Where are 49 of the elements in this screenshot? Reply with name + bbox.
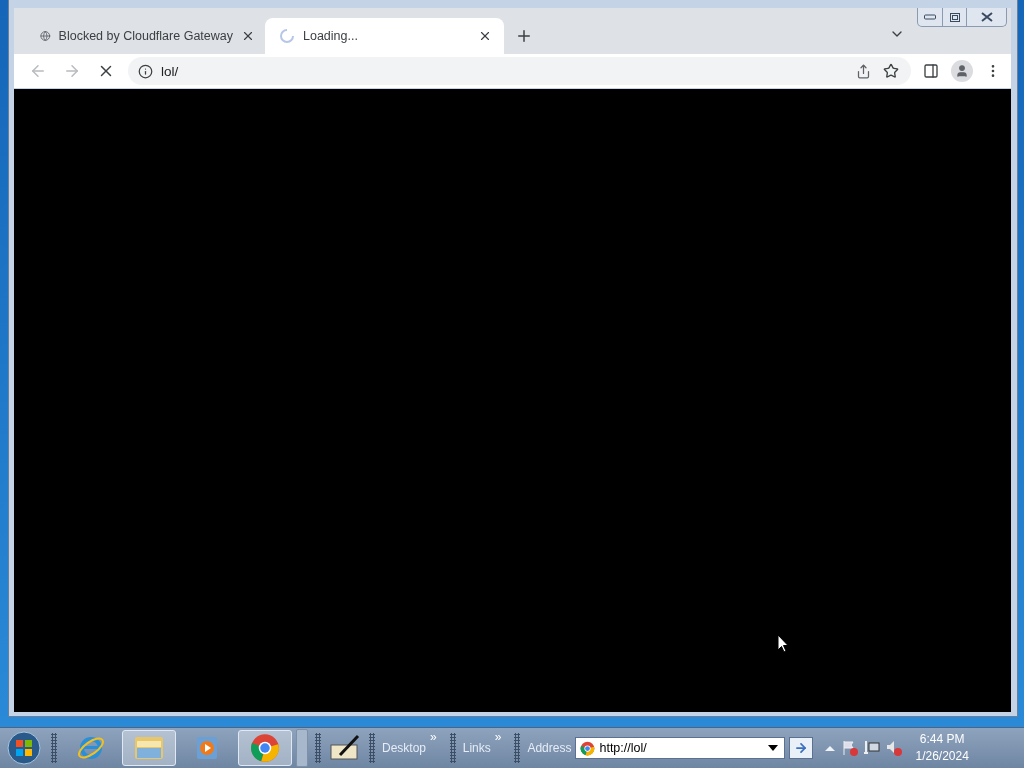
close-icon bbox=[478, 29, 492, 43]
pen-and-paper-icon[interactable] bbox=[328, 733, 362, 763]
go-button[interactable] bbox=[789, 737, 814, 759]
dropdown-caret-icon[interactable] bbox=[768, 745, 779, 751]
more-chevron[interactable]: » bbox=[430, 730, 437, 744]
more-chevron[interactable]: » bbox=[494, 730, 502, 744]
tab-title: Loading... bbox=[303, 29, 359, 43]
globe-icon bbox=[40, 28, 51, 44]
close-icon bbox=[979, 12, 994, 22]
browser-tab[interactable]: Blocked by Cloudflare Gateway bbox=[26, 18, 265, 54]
side-panel-button[interactable] bbox=[921, 61, 941, 81]
start-button[interactable] bbox=[4, 730, 44, 766]
show-hidden-icons-button[interactable] bbox=[823, 743, 838, 753]
clock[interactable]: 6:44 PM 1/26/2024 bbox=[915, 731, 969, 765]
toolbar-label[interactable]: Desktop bbox=[382, 741, 427, 755]
bookmark-star-button[interactable] bbox=[881, 61, 901, 81]
plus-icon bbox=[515, 27, 533, 45]
mouse-pointer-icon bbox=[777, 634, 789, 653]
close-icon bbox=[241, 29, 255, 43]
share-icon bbox=[855, 63, 871, 79]
info-icon bbox=[138, 63, 153, 79]
clock-time: 6:44 PM bbox=[919, 731, 965, 748]
taskbar-scroll-bar[interactable] bbox=[296, 729, 308, 767]
side-panel-icon bbox=[923, 63, 939, 79]
folder-icon bbox=[133, 734, 165, 762]
loading-spinner-icon bbox=[279, 28, 295, 44]
toolbar-label[interactable]: Links bbox=[462, 741, 491, 755]
clock-date: 1/26/2024 bbox=[915, 748, 969, 765]
taskbar-app-button[interactable] bbox=[238, 730, 292, 766]
chrome-icon bbox=[580, 740, 596, 756]
media-player-icon bbox=[194, 735, 220, 761]
star-icon bbox=[883, 63, 899, 79]
minimize-icon bbox=[924, 14, 936, 20]
network-icon[interactable] bbox=[863, 739, 882, 757]
url-text: lol/ bbox=[161, 63, 180, 79]
tab-title: Blocked by Cloudflare Gateway bbox=[58, 29, 233, 43]
browser-tab[interactable]: Loading... bbox=[265, 18, 504, 54]
profile-button[interactable] bbox=[951, 60, 973, 82]
action-center-flag-icon[interactable] bbox=[841, 739, 860, 757]
person-icon bbox=[955, 64, 969, 78]
forward-arrow-icon bbox=[63, 62, 81, 80]
address-bar[interactable]: lol/ bbox=[128, 57, 911, 85]
go-arrow-icon bbox=[794, 741, 809, 755]
restore-icon bbox=[949, 12, 960, 22]
address-value: http://lol/ bbox=[599, 741, 648, 755]
chrome-icon bbox=[250, 733, 280, 763]
volume-muted-icon[interactable] bbox=[885, 739, 904, 757]
address-field[interactable]: http://lol/ bbox=[575, 737, 786, 759]
address-label: Address bbox=[527, 741, 572, 755]
